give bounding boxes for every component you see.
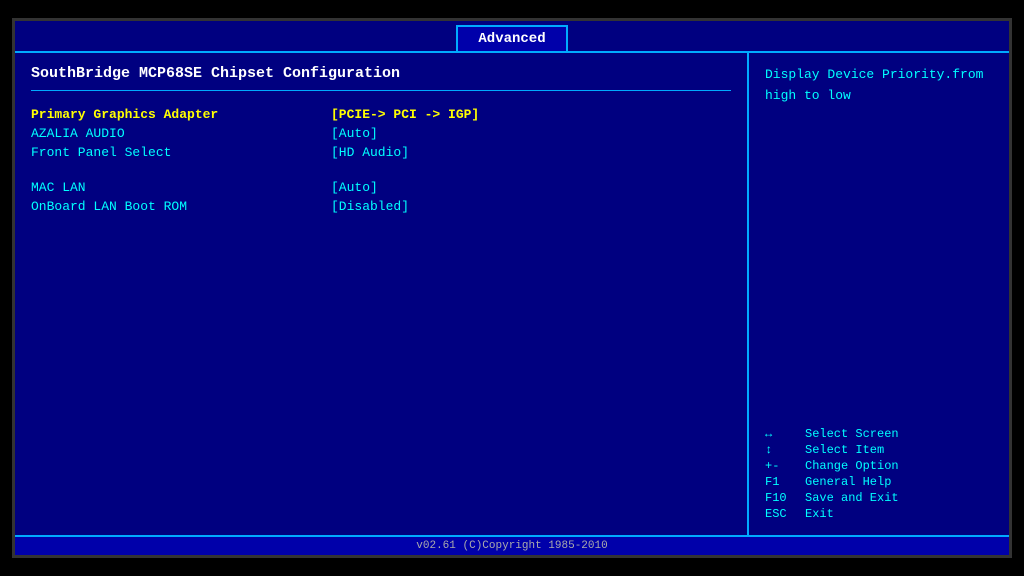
section-gap: [31, 164, 731, 180]
bios-screen: Advanced SouthBridge MCP68SE Chipset Con…: [12, 18, 1012, 558]
left-panel: SouthBridge MCP68SE Chipset Configuratio…: [15, 53, 749, 535]
key-row-select-item: ↕ Select Item: [765, 443, 993, 457]
key-code-esc: ESC: [765, 507, 805, 521]
config-value-front-panel: [HD Audio]: [331, 145, 409, 160]
config-value-mac-lan: [Auto]: [331, 180, 378, 195]
key-row-change-option: +- Change Option: [765, 459, 993, 473]
bottom-bar: v02.61 (C)Copyright 1985-2010: [15, 535, 1009, 555]
config-value-azalia: [Auto]: [331, 126, 378, 141]
key-desc-esc: Exit: [805, 507, 834, 521]
key-row-esc: ESC Exit: [765, 507, 993, 521]
config-row-onboard-lan[interactable]: OnBoard LAN Boot ROM [Disabled]: [31, 199, 731, 214]
right-panel: Display Device Priority.from high to low…: [749, 53, 1009, 535]
config-table: Primary Graphics Adapter [PCIE-> PCI -> …: [31, 107, 731, 218]
main-area: SouthBridge MCP68SE Chipset Configuratio…: [15, 53, 1009, 535]
bottom-text: v02.61 (C)Copyright 1985-2010: [416, 540, 607, 552]
config-label-azalia: AZALIA AUDIO: [31, 126, 331, 141]
config-row-primary-graphics[interactable]: Primary Graphics Adapter [PCIE-> PCI -> …: [31, 107, 731, 122]
key-code-arrows-lr: ↔: [765, 427, 805, 441]
key-desc-f10: Save and Exit: [805, 491, 899, 505]
config-row-mac-lan[interactable]: MAC LAN [Auto]: [31, 180, 731, 195]
config-label-primary-graphics: Primary Graphics Adapter: [31, 107, 331, 122]
tab-bar: Advanced: [15, 21, 1009, 53]
key-desc-change-option: Change Option: [805, 459, 899, 473]
config-value-onboard-lan: [Disabled]: [331, 199, 409, 214]
key-row-f10: F10 Save and Exit: [765, 491, 993, 505]
tab-advanced[interactable]: Advanced: [456, 25, 567, 51]
config-label-mac-lan: MAC LAN: [31, 180, 331, 195]
key-code-plusminus: +-: [765, 459, 805, 473]
key-code-arrows-ud: ↕: [765, 443, 805, 457]
config-label-front-panel: Front Panel Select: [31, 145, 331, 160]
key-code-f10: F10: [765, 491, 805, 505]
section-title: SouthBridge MCP68SE Chipset Configuratio…: [31, 65, 731, 91]
key-code-f1: F1: [765, 475, 805, 489]
help-text: Display Device Priority.from high to low: [765, 65, 993, 107]
config-row-azalia[interactable]: AZALIA AUDIO [Auto]: [31, 126, 731, 141]
key-desc-select-screen: Select Screen: [805, 427, 899, 441]
key-desc-f1: General Help: [805, 475, 891, 489]
key-help: ↔ Select Screen ↕ Select Item +- Change …: [765, 427, 993, 523]
config-value-primary-graphics: [PCIE-> PCI -> IGP]: [331, 107, 479, 122]
key-row-select-screen: ↔ Select Screen: [765, 427, 993, 441]
config-row-front-panel[interactable]: Front Panel Select [HD Audio]: [31, 145, 731, 160]
key-desc-select-item: Select Item: [805, 443, 884, 457]
key-row-f1: F1 General Help: [765, 475, 993, 489]
config-label-onboard-lan: OnBoard LAN Boot ROM: [31, 199, 331, 214]
